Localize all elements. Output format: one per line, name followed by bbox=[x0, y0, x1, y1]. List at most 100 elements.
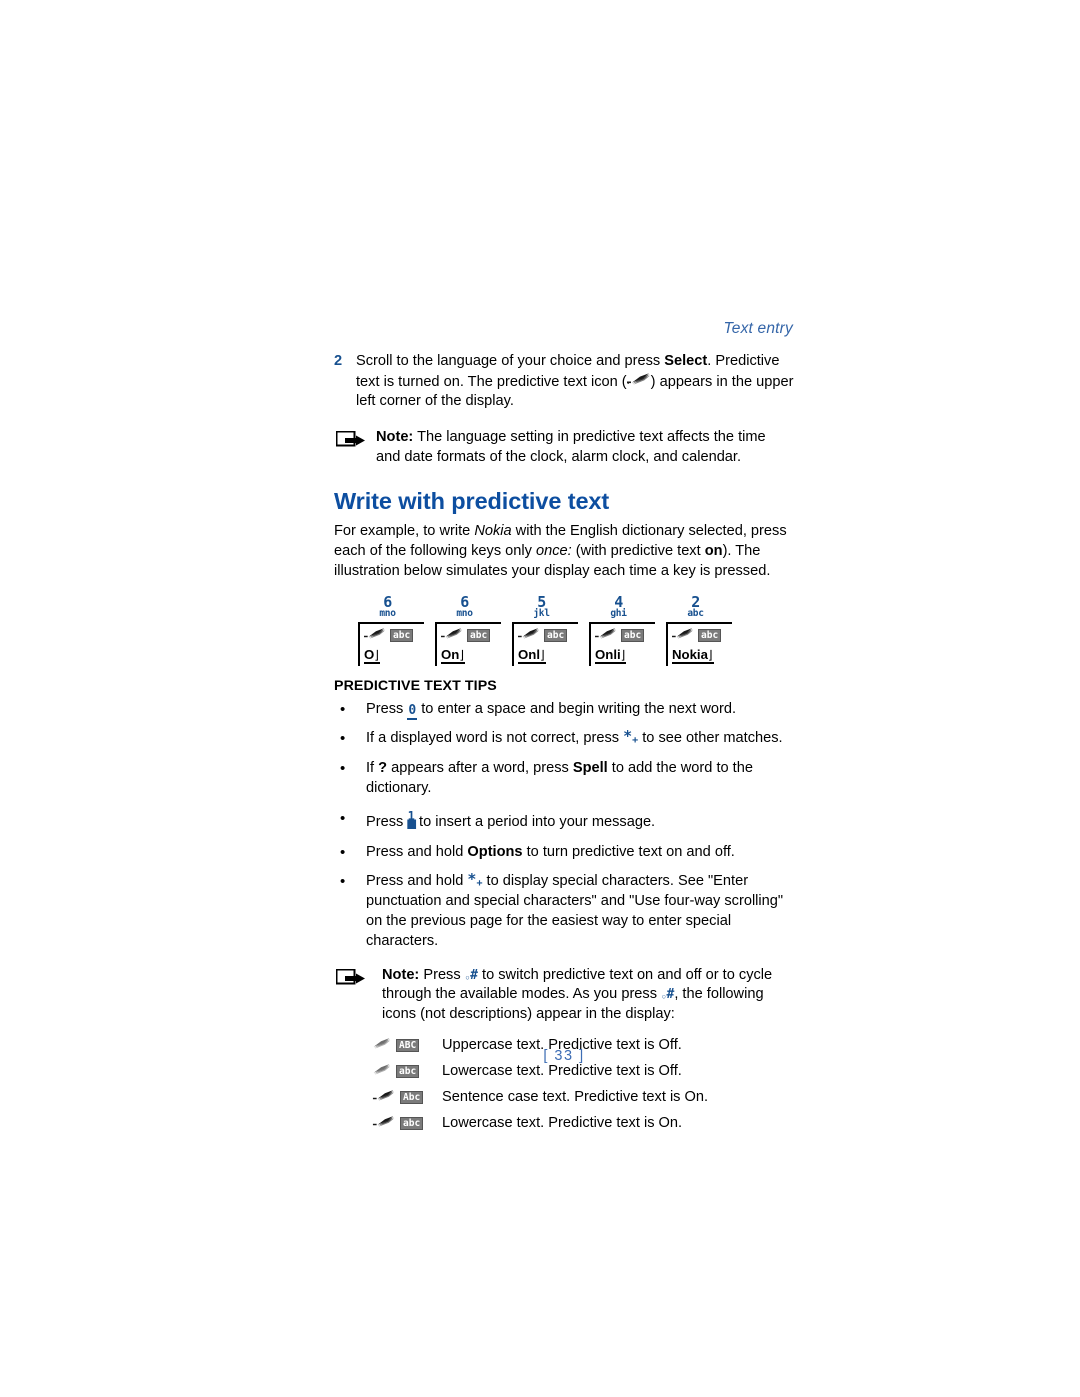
phone-display-mock: abc Nokia⌋ bbox=[666, 621, 732, 666]
display-word: On⌋ bbox=[441, 646, 466, 664]
key-illustration-cell: 6 mno abc On⌋ bbox=[435, 592, 512, 666]
key-illustration-cell: 5 jkl abc Onl⌋ bbox=[512, 592, 589, 666]
intro-italic-once: once: bbox=[536, 542, 572, 559]
tip-bold-question: ? bbox=[378, 760, 388, 777]
display-word-text: Nokia bbox=[672, 646, 708, 662]
display-status-icons: abc bbox=[437, 624, 501, 644]
intro-bold-on: on bbox=[704, 542, 723, 559]
tip-text-after: to insert a period into your message. bbox=[415, 813, 656, 830]
display-word: O⌋ bbox=[364, 646, 380, 664]
tip-item: • If a displayed word is not correct, pre… bbox=[334, 729, 794, 749]
tip-text-before: Press and hold bbox=[366, 843, 468, 860]
phone-display-mock: abc Onli⌋ bbox=[589, 621, 655, 666]
key-label: 2 abc bbox=[666, 592, 743, 619]
legend-row: abc Lowercase text. Predictive text is O… bbox=[372, 1114, 794, 1132]
tip-bold-spell: Spell bbox=[572, 760, 608, 777]
tip-text-before: If a displayed word is not correct, pres… bbox=[366, 730, 624, 747]
tip-text-after: to enter a space and begin writing the n… bbox=[417, 700, 737, 717]
note-body-text: The language setting in predictive text … bbox=[376, 429, 766, 465]
abc-case-box-icon: abc bbox=[467, 628, 491, 642]
tip-bold-options: Options bbox=[467, 843, 523, 860]
intro-part1: For example, to write bbox=[334, 523, 475, 540]
display-status-icons: abc bbox=[591, 624, 655, 644]
cursor-caret: ⌋ bbox=[620, 647, 626, 662]
inline-bold-select: Select bbox=[664, 353, 708, 369]
legend-icon-group: abc bbox=[372, 1062, 442, 1080]
tip-item: • If ? appears after a word, press Spell … bbox=[334, 759, 794, 799]
tips-title: PREDICTIVE TEXT TIPS bbox=[334, 677, 497, 694]
predictive-text-swoosh-icon bbox=[626, 372, 651, 392]
tip-text-after: to turn predictive text on and off. bbox=[522, 843, 735, 860]
step-number: 2 bbox=[334, 353, 343, 369]
cursor-caret: ⌋ bbox=[374, 647, 379, 662]
key-digit: 2 bbox=[691, 592, 700, 611]
display-word-text: Onl bbox=[518, 646, 540, 662]
note-text: Note: Press ◦# to switch predictive text… bbox=[380, 966, 794, 1025]
key-letters: mno bbox=[456, 607, 473, 619]
display-word: Onl⌋ bbox=[518, 646, 546, 664]
legend-text: Sentence case text. Predictive text is O… bbox=[442, 1089, 709, 1106]
bullet-icon: • bbox=[340, 700, 346, 718]
key-illustration-cell: 2 abc abc Nokia⌋ bbox=[666, 592, 743, 666]
step-text: Scroll to the language of your choice an… bbox=[356, 352, 794, 412]
abc-case-box-icon: abc bbox=[396, 1064, 420, 1078]
predictive-text-swoosh-icon bbox=[595, 626, 617, 644]
key-digit: 4 bbox=[614, 592, 623, 611]
intro-part3: (with predictive text bbox=[571, 542, 705, 559]
tip-text-before: Press bbox=[366, 700, 408, 717]
key-illustration-cell: 6 mno abc O⌋ bbox=[358, 592, 435, 666]
key-letters: abc bbox=[687, 607, 704, 619]
abc-case-box-icon: abc bbox=[698, 628, 722, 642]
abc-case-box-icon: Abc bbox=[400, 1090, 424, 1104]
key-digit: 6 bbox=[460, 592, 469, 611]
running-header: Text entry bbox=[723, 320, 793, 337]
abc-case-box-icon: abc bbox=[621, 628, 645, 642]
key-letters: ghi bbox=[610, 607, 627, 619]
display-word-text: O bbox=[364, 646, 375, 662]
page-number: [ 33 ] bbox=[543, 1048, 585, 1064]
predictive-text-swoosh-icon bbox=[364, 626, 386, 644]
note-marker-icon bbox=[334, 966, 380, 993]
cursor-caret: ⌋ bbox=[459, 647, 465, 662]
tip-item: • Press and hold *+ to display special ch… bbox=[334, 872, 794, 951]
legend-text: Lowercase text. Predictive text is On. bbox=[442, 1115, 683, 1132]
key-digit: 6 bbox=[383, 592, 392, 611]
tip-item: • Press and hold Options to turn predicti… bbox=[334, 843, 794, 863]
tip-text-before: If bbox=[366, 760, 379, 777]
tip-item: • Press 0 to enter a space and begin writ… bbox=[334, 700, 794, 720]
phone-display-mock: abc Onl⌋ bbox=[512, 621, 578, 666]
display-word: Nokia⌋ bbox=[672, 646, 714, 664]
legend-icon-group: abc bbox=[372, 1114, 442, 1132]
key-hash-icon: ◦# bbox=[464, 967, 478, 984]
bullet-icon: • bbox=[340, 760, 346, 778]
note2-part1: Press bbox=[419, 966, 465, 983]
display-word: Onli⌋ bbox=[595, 646, 627, 664]
phone-display-mock: abc On⌋ bbox=[435, 621, 501, 666]
display-word-text: Onli bbox=[595, 646, 621, 662]
note-label: Note: bbox=[382, 966, 420, 983]
predictive-text-swoosh-icon bbox=[518, 626, 540, 644]
key-1-icon: 1 ██ bbox=[407, 808, 416, 829]
key-star-icon: *+ bbox=[467, 870, 483, 890]
display-status-icons: abc bbox=[360, 624, 424, 644]
abc-case-box-icon: abc bbox=[390, 628, 414, 642]
document-page: Text entry 2 Scroll to the language of y… bbox=[0, 0, 1080, 1397]
section-intro-paragraph: For example, to write Nokia with the Eng… bbox=[334, 522, 794, 581]
predictive-text-swoosh-icon bbox=[672, 626, 694, 644]
abc-case-box-icon: abc bbox=[544, 628, 568, 642]
tip-text-mid: appears after a word, press bbox=[387, 760, 573, 777]
note-marker-icon bbox=[334, 428, 374, 455]
key-hash-icon: ◦# bbox=[661, 987, 675, 1004]
key-digit: 5 bbox=[537, 592, 546, 611]
predictive-off-swoosh-icon bbox=[372, 1062, 392, 1080]
tip-text-after: to see other matches. bbox=[638, 730, 783, 747]
key-label: 5 jkl bbox=[512, 592, 589, 619]
section-title: Write with predictive text bbox=[334, 488, 610, 515]
bullet-icon: • bbox=[340, 809, 346, 827]
key-illustration-strip: 6 mno abc O⌋ 6 mno abc On⌋ 5 jkl abc Onl… bbox=[334, 592, 794, 666]
note-text: Note: The language setting in predictive… bbox=[374, 428, 794, 467]
display-word-text: On bbox=[441, 646, 460, 662]
predictive-on-swoosh-icon bbox=[372, 1088, 396, 1106]
bullet-icon: • bbox=[340, 873, 346, 891]
key-letters: mno bbox=[379, 607, 396, 619]
